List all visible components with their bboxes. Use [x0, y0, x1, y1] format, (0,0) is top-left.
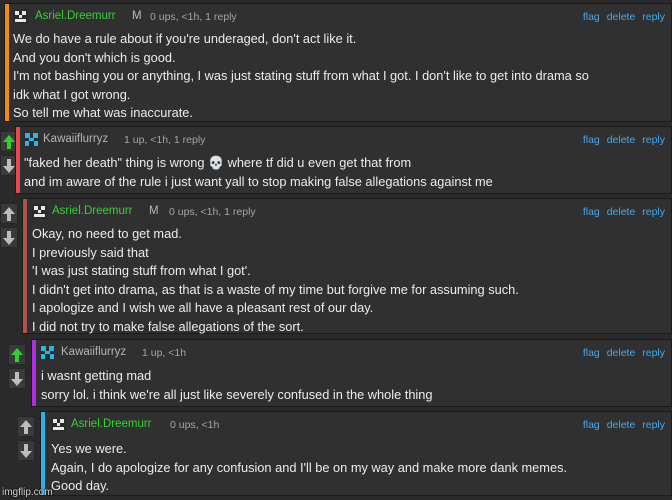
- flag-link[interactable]: flag: [583, 11, 600, 23]
- comment: Kawaiiflurryz 1 up, <1h, 1 reply flag de…: [15, 126, 672, 194]
- comment-line: idk what I got wrong.: [13, 86, 131, 102]
- down-arrow-icon: [3, 159, 15, 173]
- comment-line: I didn't get into drama, as that is a wa…: [32, 281, 519, 297]
- comment-header: Asriel.Dreemurr M 0 ups, <1h, 1 reply fl…: [5, 8, 671, 26]
- comment-line: Okay, no need to get mad.: [32, 226, 182, 241]
- down-arrow-icon: [11, 372, 23, 386]
- comment-body: "faked her death" thing is wrong 💀 where…: [24, 154, 665, 191]
- flag-link[interactable]: flag: [583, 134, 600, 146]
- comment-header: Asriel.Dreemurr M 0 ups, <1h, 1 reply fl…: [23, 203, 671, 221]
- comment-actions: flag delete reply: [579, 206, 665, 218]
- comment-line: "faked her death" thing is wrong 💀 where…: [24, 155, 412, 170]
- up-arrow-icon: [20, 420, 32, 434]
- comment-header: Kawaiiflurryz 1 up, <1h flag delete repl…: [32, 344, 671, 362]
- flag-link[interactable]: flag: [583, 206, 600, 218]
- comment-line: sorry lol. i think we're all just like s…: [41, 386, 433, 402]
- reply-link[interactable]: reply: [642, 347, 665, 359]
- comment-meta: 1 up, <1h: [142, 347, 187, 359]
- comment-line: I'm not bashing you or anything, I was j…: [13, 68, 589, 84]
- reply-link[interactable]: reply: [642, 206, 665, 218]
- comment-line: I did not try to make false allegations …: [32, 318, 304, 334]
- comment-actions: flag delete reply: [579, 134, 665, 146]
- comment-actions: flag delete reply: [579, 419, 665, 431]
- delete-link[interactable]: delete: [607, 347, 636, 359]
- mod-badge: M: [132, 10, 142, 22]
- comment-meta: 0 ups, <1h, 1 reply: [150, 11, 237, 23]
- comment-meta: 0 ups, <1h: [170, 419, 220, 431]
- comment-body: Yes we were. Again, I do apologize for a…: [51, 440, 665, 496]
- comment-line: and im aware of the rule i just want yal…: [24, 173, 493, 189]
- comment-line: Again, I do apologize for any confusion …: [51, 459, 568, 475]
- reply-link[interactable]: reply: [642, 419, 665, 431]
- comment-actions: flag delete reply: [579, 11, 665, 23]
- comment-username[interactable]: Kawaiiflurryz: [43, 133, 108, 145]
- reply-link[interactable]: reply: [642, 11, 665, 23]
- avatar[interactable]: [13, 9, 28, 24]
- comment-body: Okay, no need to get mad. I previously s…: [32, 225, 665, 337]
- comment-line: I apologize and I wish we all have a ple…: [32, 300, 374, 316]
- avatar[interactable]: [32, 204, 47, 219]
- delete-link[interactable]: delete: [607, 134, 636, 146]
- comment-meta: 0 ups, <1h, 1 reply: [169, 206, 256, 218]
- reply-link[interactable]: reply: [642, 134, 665, 146]
- comment-line: And you don't which is good.: [13, 49, 176, 65]
- up-arrow-icon: [11, 348, 23, 362]
- comment: Asriel.Dreemurr M 0 ups, <1h, 1 reply fl…: [22, 198, 672, 334]
- comment-line: Yes we were.: [51, 441, 127, 456]
- avatar[interactable]: [51, 417, 66, 432]
- comment-username[interactable]: Asriel.Dreemurr: [52, 205, 133, 217]
- downvote-button[interactable]: [17, 440, 35, 461]
- comment-body: i wasnt getting mad sorry lol. i think w…: [41, 367, 665, 404]
- down-arrow-icon: [3, 231, 15, 245]
- upvote-button[interactable]: [8, 344, 26, 365]
- mod-badge: M: [149, 205, 159, 217]
- avatar[interactable]: [24, 132, 39, 147]
- comment-line: I previously said that: [32, 244, 149, 260]
- comment-line: So tell me what was inaccurate.: [13, 105, 193, 121]
- comment-line: Good day.: [51, 478, 110, 494]
- comment-line: We do have a rule about if you're undera…: [13, 31, 357, 46]
- comment-line: i wasnt getting mad: [41, 368, 152, 383]
- flag-link[interactable]: flag: [583, 419, 600, 431]
- comment: Asriel.Dreemurr 0 ups, <1h flag delete r…: [40, 411, 672, 496]
- up-arrow-icon: [3, 135, 15, 149]
- downvote-button[interactable]: [8, 368, 26, 389]
- comment-actions: flag delete reply: [579, 347, 665, 359]
- comment-username[interactable]: Kawaiiflurryz: [61, 346, 126, 358]
- flag-link[interactable]: flag: [583, 347, 600, 359]
- comment-header: Kawaiiflurryz 1 up, <1h, 1 reply flag de…: [16, 131, 671, 149]
- delete-link[interactable]: delete: [607, 206, 636, 218]
- down-arrow-icon: [20, 444, 32, 458]
- comment: Kawaiiflurryz 1 up, <1h flag delete repl…: [31, 339, 672, 407]
- comment-line: 'I was just stating stuff from what I go…: [32, 263, 251, 279]
- upvote-button[interactable]: [17, 416, 35, 437]
- delete-link[interactable]: delete: [607, 419, 636, 431]
- comment-username[interactable]: Asriel.Dreemurr: [35, 10, 116, 22]
- comment: Asriel.Dreemurr M 0 ups, <1h, 1 reply fl…: [4, 3, 672, 122]
- comment-body: We do have a rule about if you're undera…: [13, 30, 665, 123]
- up-arrow-icon: [3, 207, 15, 221]
- comment-header: Asriel.Dreemurr 0 ups, <1h flag delete r…: [41, 416, 671, 434]
- comment-username[interactable]: Asriel.Dreemurr: [71, 418, 152, 430]
- delete-link[interactable]: delete: [607, 11, 636, 23]
- downvote-button[interactable]: [0, 227, 18, 248]
- avatar[interactable]: [40, 345, 55, 360]
- watermark: imgflip.com: [2, 487, 53, 498]
- comment-meta: 1 up, <1h, 1 reply: [124, 134, 206, 146]
- upvote-button[interactable]: [0, 203, 18, 224]
